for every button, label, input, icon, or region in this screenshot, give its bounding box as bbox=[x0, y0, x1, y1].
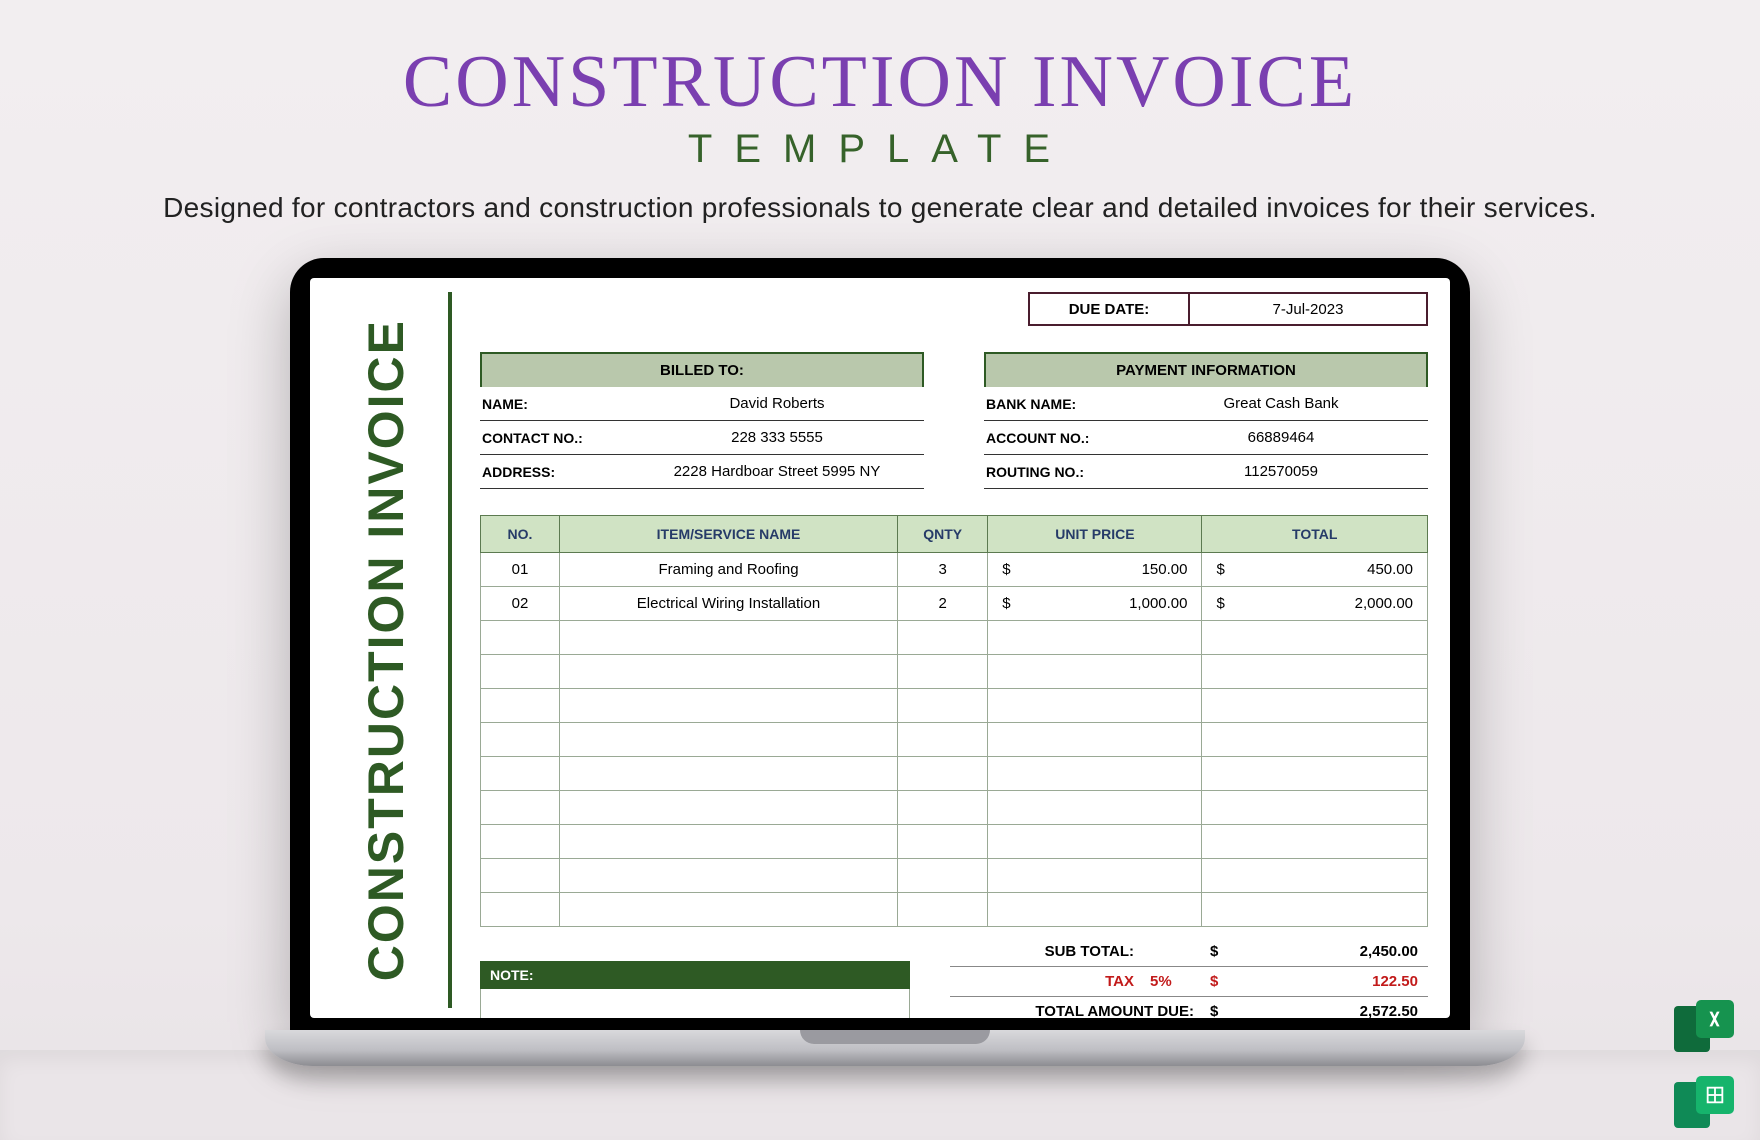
payment-info-panel: PAYMENT INFORMATION BANK NAME: Great Cas… bbox=[984, 352, 1428, 489]
table-row: 01Framing and Roofing3$150.00$450.00 bbox=[481, 553, 1428, 587]
bank-label: BANK NAME: bbox=[984, 387, 1134, 420]
table-row bbox=[481, 723, 1428, 757]
page-title-block: CONSTRUCTION INVOICE TEMPLATE bbox=[0, 0, 1760, 172]
item-total: $2,000.00 bbox=[1202, 587, 1428, 621]
subtotal-label: SUB TOTAL: bbox=[950, 943, 1150, 960]
page-title: CONSTRUCTION INVOICE bbox=[0, 40, 1760, 125]
table-row bbox=[481, 825, 1428, 859]
account-value: 66889464 bbox=[1134, 421, 1428, 454]
invoice-side-label-text: CONSTRUCTION INVOICE bbox=[357, 319, 415, 981]
due-date-label: DUE DATE: bbox=[1028, 292, 1188, 326]
table-row bbox=[481, 859, 1428, 893]
tax-pct: 5% bbox=[1150, 973, 1210, 990]
item-no: 02 bbox=[481, 587, 560, 621]
laptop-notch bbox=[800, 1030, 990, 1044]
laptop-bezel: CONSTRUCTION INVOICE DUE DATE: 7-Jul-202… bbox=[290, 258, 1470, 1030]
table-row bbox=[481, 655, 1428, 689]
item-unit: $1,000.00 bbox=[988, 587, 1202, 621]
format-icons bbox=[1674, 980, 1734, 1114]
billed-to-header: BILLED TO: bbox=[480, 352, 924, 387]
google-sheets-icon[interactable] bbox=[1674, 1056, 1734, 1114]
table-row bbox=[481, 893, 1428, 927]
col-total: TOTAL bbox=[1202, 516, 1428, 553]
payment-info-header: PAYMENT INFORMATION bbox=[984, 352, 1428, 387]
excel-icon[interactable] bbox=[1674, 980, 1734, 1038]
note-box: NOTE: bbox=[480, 961, 910, 1018]
laptop-base bbox=[265, 1030, 1525, 1066]
routing-label: ROUTING NO.: bbox=[984, 455, 1134, 488]
address-value: 2228 Hardboar Street 5995 NY bbox=[630, 455, 924, 488]
note-body bbox=[480, 989, 910, 1018]
item-unit: $150.00 bbox=[988, 553, 1202, 587]
col-unit: UNIT PRICE bbox=[988, 516, 1202, 553]
name-value: David Roberts bbox=[630, 387, 924, 420]
item-name: Framing and Roofing bbox=[559, 553, 897, 587]
address-label: ADDRESS: bbox=[480, 455, 630, 488]
col-name: ITEM/SERVICE NAME bbox=[559, 516, 897, 553]
invoice-side-label: CONSTRUCTION INVOICE bbox=[332, 292, 452, 1008]
contact-value: 228 333 5555 bbox=[630, 421, 924, 454]
item-qty: 3 bbox=[898, 553, 988, 587]
laptop-mockup: CONSTRUCTION INVOICE DUE DATE: 7-Jul-202… bbox=[265, 258, 1495, 1066]
table-row bbox=[481, 621, 1428, 655]
tax-currency: $ bbox=[1210, 973, 1250, 990]
tax-value: 122.50 bbox=[1250, 973, 1428, 990]
page-subtitle: TEMPLATE bbox=[0, 127, 1760, 172]
note-label: NOTE: bbox=[480, 961, 910, 989]
items-table: NO. ITEM/SERVICE NAME QNTY UNIT PRICE TO… bbox=[480, 515, 1428, 927]
item-name: Electrical Wiring Installation bbox=[559, 587, 897, 621]
tax-label: TAX bbox=[950, 973, 1150, 990]
table-row bbox=[481, 791, 1428, 825]
subtotal-currency: $ bbox=[1210, 943, 1250, 960]
item-no: 01 bbox=[481, 553, 560, 587]
due-date-value: 7-Jul-2023 bbox=[1188, 292, 1428, 326]
col-qty: QNTY bbox=[898, 516, 988, 553]
bank-value: Great Cash Bank bbox=[1134, 387, 1428, 420]
total-due-value: 2,572.50 bbox=[1250, 1003, 1428, 1018]
item-total: $450.00 bbox=[1202, 553, 1428, 587]
name-label: NAME: bbox=[480, 387, 630, 420]
total-due-currency: $ bbox=[1210, 1003, 1250, 1018]
contact-label: CONTACT NO.: bbox=[480, 421, 630, 454]
account-label: ACCOUNT NO.: bbox=[984, 421, 1134, 454]
subtotal-value: 2,450.00 bbox=[1250, 943, 1428, 960]
table-row: 02Electrical Wiring Installation2$1,000.… bbox=[481, 587, 1428, 621]
laptop-screen: CONSTRUCTION INVOICE DUE DATE: 7-Jul-202… bbox=[310, 278, 1450, 1018]
table-row bbox=[481, 689, 1428, 723]
table-row bbox=[481, 757, 1428, 791]
item-qty: 2 bbox=[898, 587, 988, 621]
totals-block: SUB TOTAL: $ 2,450.00 TAX 5% $ 122.50 bbox=[950, 937, 1428, 1018]
page-description: Designed for contractors and constructio… bbox=[0, 192, 1760, 224]
col-no: NO. bbox=[481, 516, 560, 553]
total-due-label: TOTAL AMOUNT DUE: bbox=[950, 1003, 1210, 1018]
billed-to-panel: BILLED TO: NAME: David Roberts CONTACT N… bbox=[480, 352, 924, 489]
routing-value: 112570059 bbox=[1134, 455, 1428, 488]
